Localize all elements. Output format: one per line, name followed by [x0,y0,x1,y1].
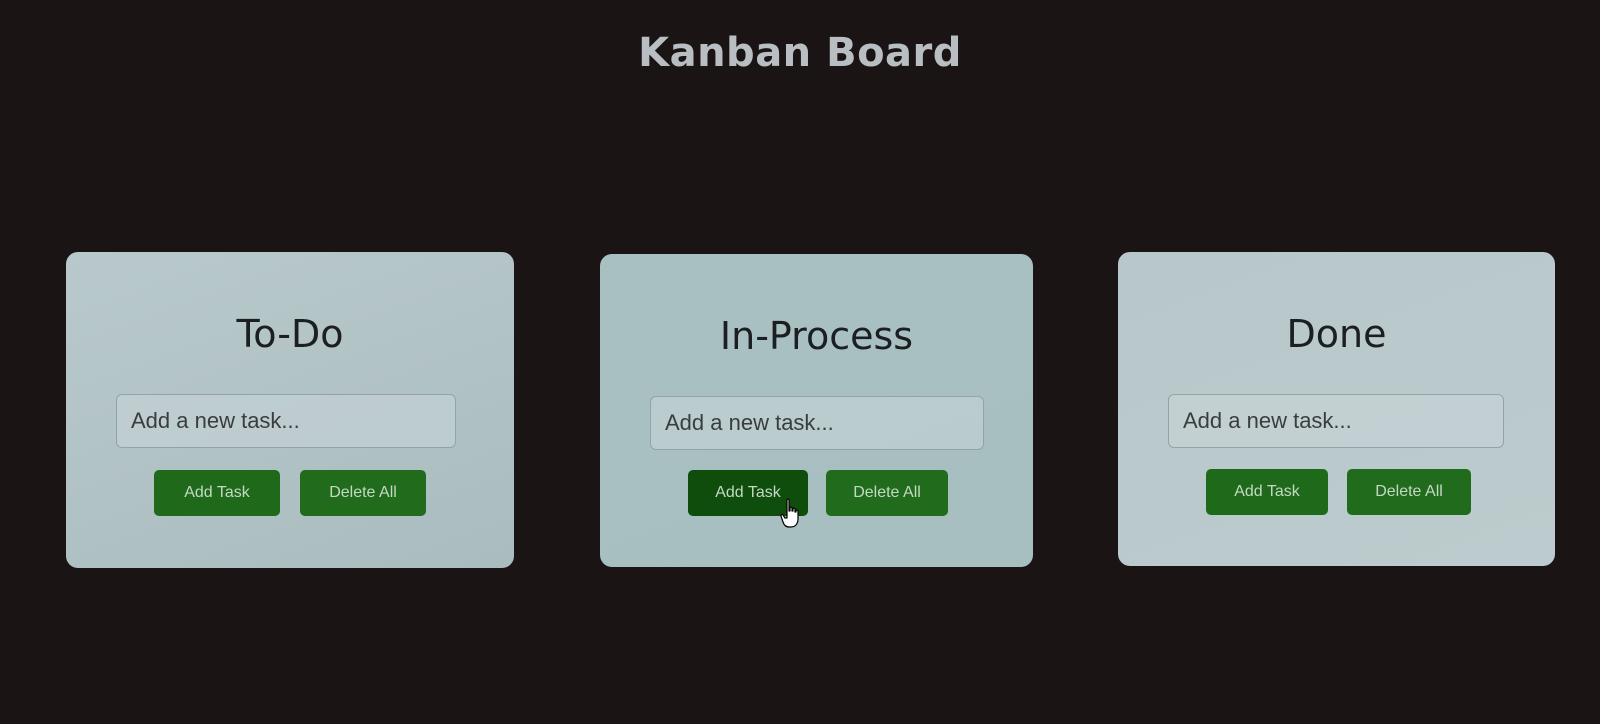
column-title: In-Process [719,314,914,358]
page-title: Kanban Board [638,30,962,76]
delete-all-button[interactable]: Delete All [1347,469,1471,515]
column-todo: To-Do Add Task Delete All [66,252,514,568]
new-task-input[interactable] [650,396,984,450]
column-done: Done Add Task Delete All [1118,252,1555,566]
new-task-input[interactable] [1168,394,1504,448]
new-task-input[interactable] [116,394,456,448]
add-task-button[interactable]: Add Task [1206,469,1328,515]
add-task-button[interactable]: Add Task [688,470,808,516]
add-task-button[interactable]: Add Task [154,470,280,516]
column-title: Done [1286,312,1387,356]
delete-all-button[interactable]: Delete All [826,470,948,516]
column-title: To-Do [236,312,344,356]
column-in-process: In-Process Add Task Delete All [600,254,1033,567]
delete-all-button[interactable]: Delete All [300,470,426,516]
